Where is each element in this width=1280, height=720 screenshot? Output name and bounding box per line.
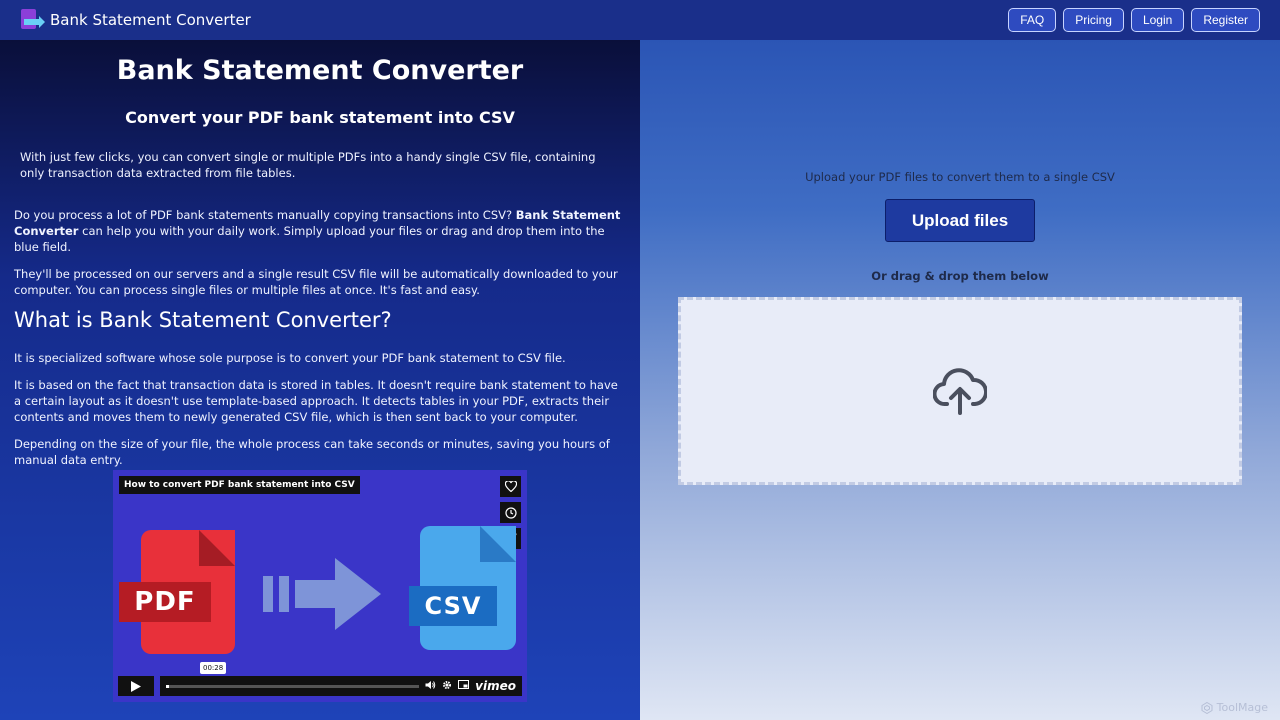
video-controls: 00:28 vimeo — [118, 662, 522, 696]
upload-panel: Upload your PDF files to convert them to… — [640, 40, 1280, 720]
paragraph-5: Depending on the size of your file, the … — [14, 437, 610, 467]
upload-files-button[interactable]: Upload files — [885, 199, 1035, 242]
drop-zone[interactable] — [678, 297, 1242, 485]
arrow-right-icon — [263, 558, 381, 630]
watermark-text: ToolMage — [1216, 701, 1268, 714]
info-panel: Bank Statement Converter Convert your PD… — [0, 40, 640, 720]
register-button[interactable]: Register — [1191, 8, 1260, 32]
play-button[interactable] — [118, 676, 154, 696]
hexagon-logo-icon — [1201, 701, 1213, 714]
progress-bar[interactable] — [166, 684, 420, 688]
top-navbar: Bank Statement Converter FAQ Pricing Log… — [0, 0, 1280, 40]
clock-icon[interactable] — [500, 502, 521, 523]
progress-fill — [166, 684, 169, 688]
page-subtitle: Convert your PDF bank statement into CSV — [125, 108, 515, 127]
login-button[interactable]: Login — [1130, 8, 1185, 32]
page-title: Bank Statement Converter — [116, 55, 524, 86]
cloud-upload-icon — [933, 368, 987, 415]
heart-icon[interactable] — [500, 476, 521, 497]
volume-icon[interactable] — [425, 680, 436, 693]
pricing-button[interactable]: Pricing — [1063, 8, 1124, 32]
paragraph-4: It is based on the fact that transaction… — [14, 378, 618, 424]
intro-text: With just few clicks, you can convert si… — [20, 150, 596, 180]
video-title[interactable]: How to convert PDF bank statement into C… — [119, 476, 360, 494]
video-control-bar: 00:28 vimeo — [160, 662, 522, 696]
drag-caption: Or drag & drop them below — [871, 269, 1049, 283]
upload-caption: Upload your PDF files to convert them to… — [805, 170, 1115, 184]
brand[interactable]: Bank Statement Converter — [20, 9, 251, 31]
paragraph-2: They'll be processed on our servers and … — [14, 267, 618, 297]
section-heading: What is Bank Statement Converter? — [14, 308, 392, 332]
video-player[interactable]: How to convert PDF bank statement into C… — [113, 470, 527, 702]
paragraph-3: It is specialized software whose sole pu… — [14, 351, 566, 365]
time-badge: 00:28 — [200, 662, 227, 674]
logo-icon — [20, 9, 45, 31]
brand-name: Bank Statement Converter — [50, 11, 251, 29]
watermark: ToolMage — [1201, 701, 1268, 714]
paragraph-1: Do you process a lot of PDF bank stateme… — [14, 208, 621, 254]
pip-icon[interactable] — [458, 680, 470, 692]
faq-button[interactable]: FAQ — [1008, 8, 1057, 32]
csv-label: CSV — [409, 586, 497, 626]
vimeo-logo[interactable]: vimeo — [475, 679, 516, 693]
pdf-label: PDF — [119, 582, 211, 622]
nav-links: FAQ Pricing Login Register — [1008, 8, 1260, 32]
gear-icon[interactable] — [442, 680, 452, 693]
